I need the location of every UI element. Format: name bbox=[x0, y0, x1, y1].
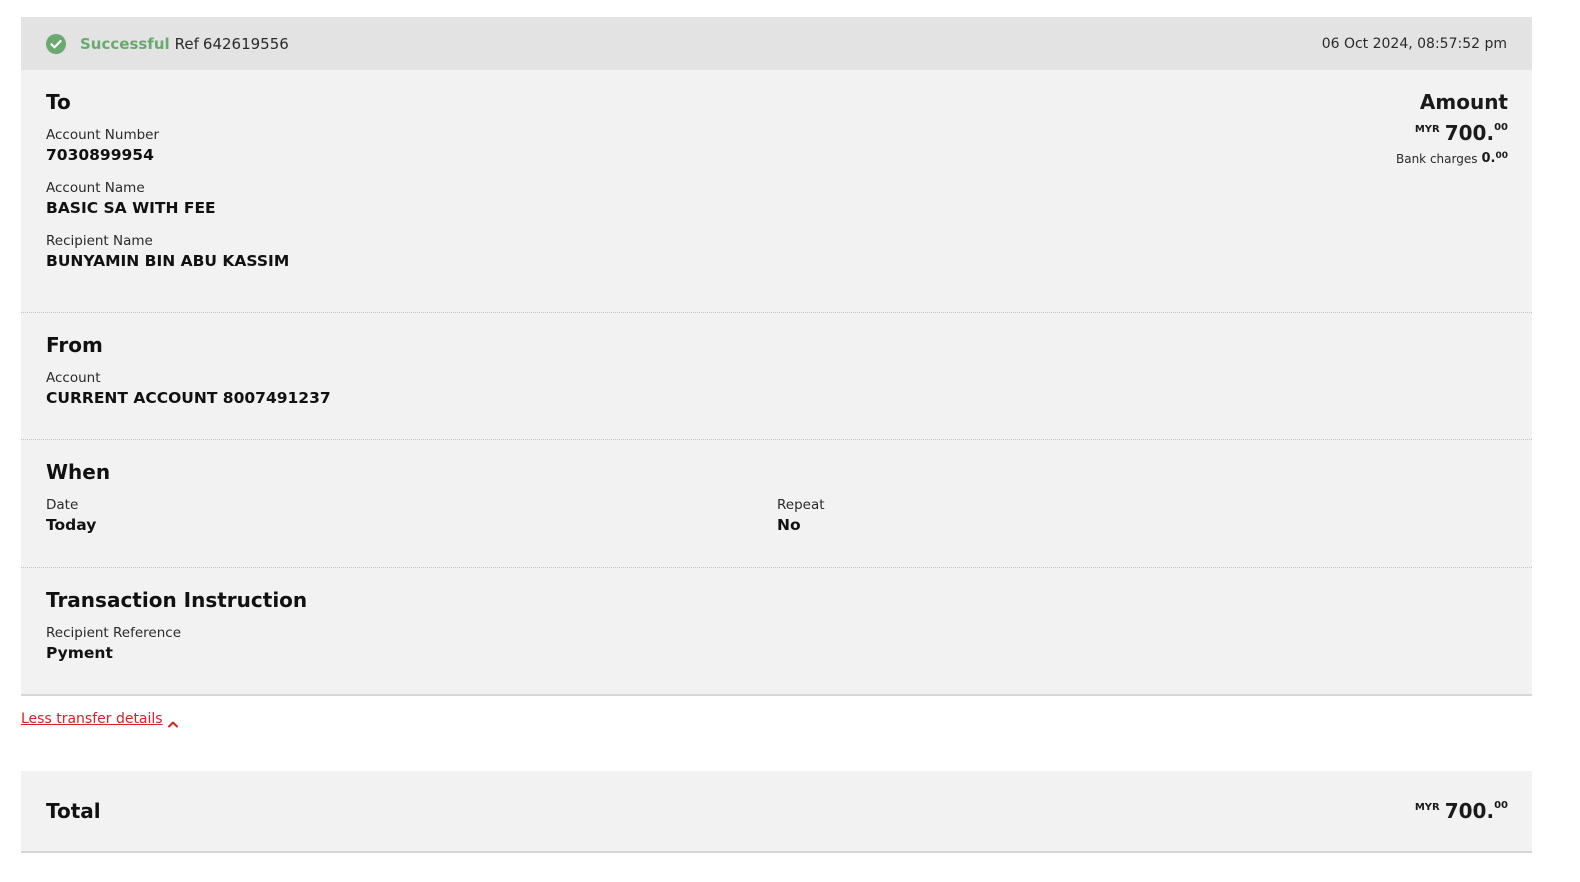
section-from: From Account CURRENT ACCOUNT 8007491237 bbox=[21, 313, 1532, 440]
recipient-name-label: Recipient Name bbox=[46, 233, 153, 249]
section-title-to: To bbox=[46, 90, 71, 114]
repeat-value: No bbox=[777, 516, 801, 534]
total-box: Total MYR 700. 00 bbox=[21, 771, 1532, 853]
account-name-value: BASIC SA WITH FEE bbox=[46, 199, 216, 217]
section-title-when: When bbox=[46, 460, 111, 484]
transaction-timestamp: 06 Oct 2024, 08:57:52 pm bbox=[1321, 35, 1507, 52]
account-name-label: Account Name bbox=[46, 180, 145, 196]
recipient-reference-value: Pyment bbox=[46, 644, 113, 662]
amount-value: MYR 700. 00 bbox=[1396, 122, 1508, 144]
from-account-value: CURRENT ACCOUNT 8007491237 bbox=[46, 389, 331, 407]
when-fields: Date Today Repeat No bbox=[46, 496, 1508, 549]
status-text: Successful bbox=[80, 34, 170, 53]
recipient-reference-label: Recipient Reference bbox=[46, 625, 181, 641]
total-currency: MYR bbox=[1414, 802, 1440, 813]
bank-charges: Bank charges 0. 00 bbox=[1396, 151, 1508, 167]
date-field: Date Today bbox=[46, 496, 777, 549]
bank-charges-label: Bank charges bbox=[1395, 152, 1478, 166]
amount-decimal: 00 bbox=[1494, 122, 1508, 133]
amount-block: Amount MYR 700. 00 Bank charges 0. 00 bbox=[1396, 90, 1508, 167]
total-decimal: 00 bbox=[1494, 800, 1508, 811]
section-when: When Date Today Repeat No bbox=[21, 440, 1532, 568]
amount-title: Amount bbox=[1419, 90, 1508, 114]
status-summary: Successful Ref 642619556 bbox=[46, 33, 289, 54]
section-transaction-instruction: Transaction Instruction Recipient Refere… bbox=[21, 568, 1532, 696]
section-title-from: From bbox=[46, 333, 103, 357]
total-amount: MYR 700. 00 bbox=[1415, 800, 1508, 822]
account-number-label: Account Number bbox=[46, 127, 160, 143]
repeat-field: Repeat No bbox=[777, 496, 1508, 549]
section-to: To Account Number 7030899954 Account Nam… bbox=[21, 70, 1532, 313]
date-label: Date bbox=[46, 497, 79, 513]
repeat-label: Repeat bbox=[777, 497, 825, 513]
account-number-value: 7030899954 bbox=[46, 146, 154, 164]
ref-label: Ref bbox=[174, 34, 199, 53]
section-title-instruction: Transaction Instruction bbox=[46, 588, 308, 612]
total-integer: 700. bbox=[1444, 799, 1495, 823]
transfer-receipt: Successful Ref 642619556 06 Oct 2024, 08… bbox=[21, 17, 1532, 696]
date-value: Today bbox=[46, 516, 97, 534]
less-transfer-details-toggle[interactable]: Less transfer details bbox=[21, 711, 179, 728]
less-transfer-details-link[interactable]: Less transfer details bbox=[21, 711, 163, 727]
recipient-name-value: BUNYAMIN BIN ABU KASSIM bbox=[46, 252, 290, 270]
bank-charges-integer: 0. bbox=[1481, 151, 1496, 166]
total-label: Total bbox=[46, 799, 101, 823]
from-account-label: Account bbox=[46, 370, 101, 386]
chevron-up-icon[interactable] bbox=[167, 714, 179, 728]
amount-currency: MYR bbox=[1414, 124, 1440, 135]
check-circle-icon bbox=[46, 33, 66, 54]
bank-charges-decimal: 00 bbox=[1495, 151, 1508, 161]
ref-number: 642619556 bbox=[202, 34, 289, 53]
status-bar: Successful Ref 642619556 06 Oct 2024, 08… bbox=[21, 17, 1532, 70]
amount-integer: 700. bbox=[1444, 121, 1495, 145]
